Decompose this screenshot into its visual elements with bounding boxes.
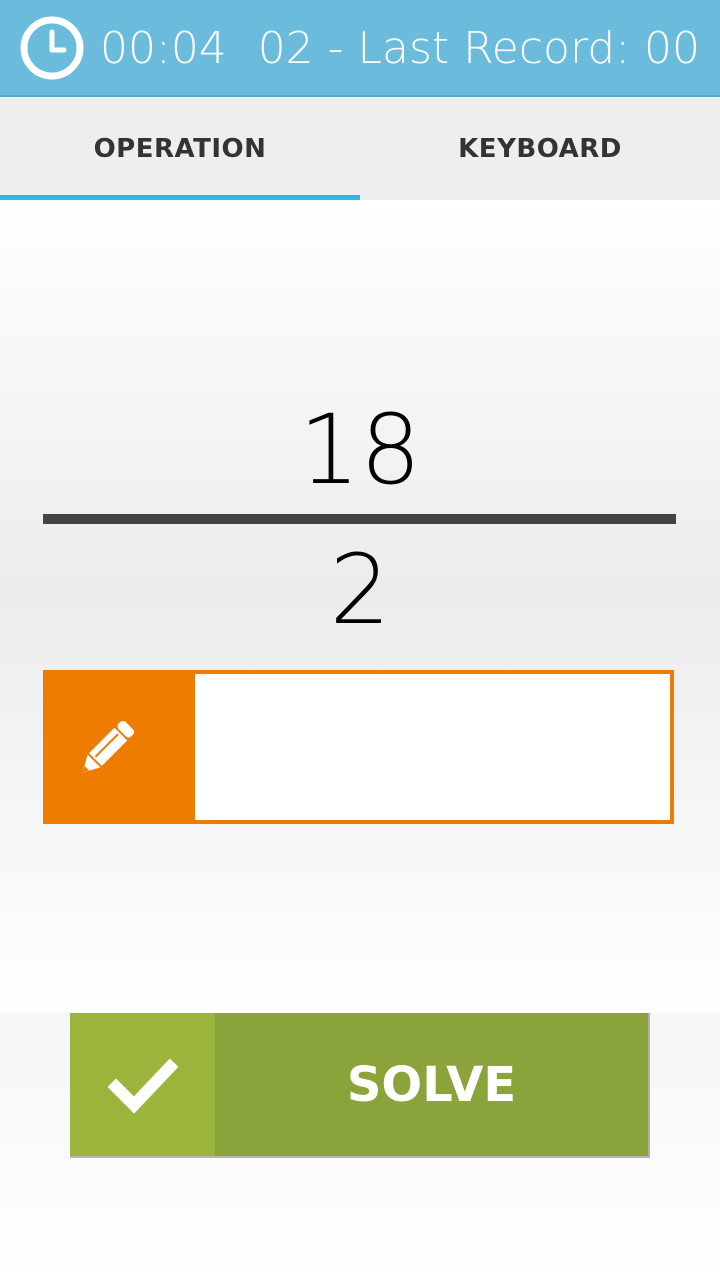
- solve-label: SOLVE: [346, 1056, 517, 1113]
- bottom-area: SOLVE: [0, 1013, 720, 1280]
- answer-input[interactable]: [195, 674, 670, 820]
- tab-operation[interactable]: OPERATION: [0, 97, 360, 200]
- numerator: 18: [298, 394, 422, 506]
- tab-operation-label: OPERATION: [93, 133, 267, 164]
- solve-button[interactable]: SOLVE: [70, 1013, 650, 1158]
- tab-keyboard-label: KEYBOARD: [458, 133, 622, 164]
- pencil-block: [47, 674, 195, 820]
- record-display: 02 - Last Record: 00: [257, 23, 700, 74]
- tab-keyboard[interactable]: KEYBOARD: [360, 97, 720, 200]
- check-icon: [108, 1058, 178, 1114]
- check-block: [70, 1013, 215, 1156]
- clock-icon: [20, 16, 84, 80]
- tab-bar: OPERATION KEYBOARD: [0, 97, 720, 200]
- pencil-icon: [82, 720, 135, 773]
- timer-display: 00:04: [100, 23, 227, 74]
- top-bar: 00:04 02 - Last Record: 00: [0, 0, 720, 97]
- denominator: 2: [329, 534, 391, 646]
- operation-panel: 18 2: [0, 200, 720, 1013]
- answer-field-container: [43, 670, 674, 824]
- fraction-bar: [43, 514, 676, 524]
